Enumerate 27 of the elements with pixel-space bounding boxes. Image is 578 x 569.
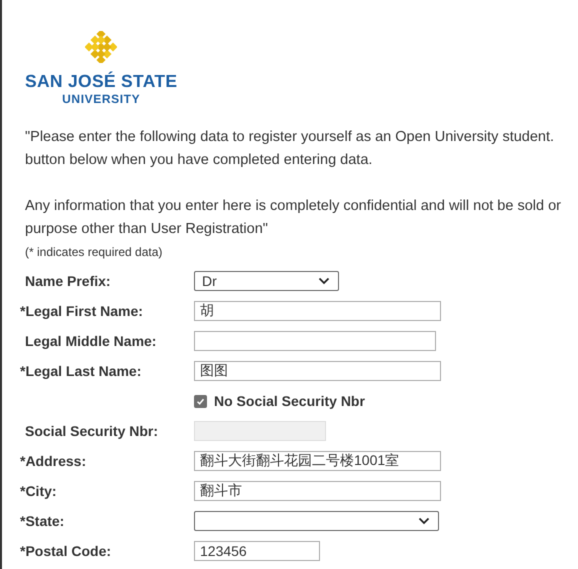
dropdown[interactable] <box>194 511 439 531</box>
field-label: *Postal Code: <box>20 543 112 559</box>
field-label: Social Security Nbr: <box>25 423 158 439</box>
intro-paragraph: "Please enter the following data to register yourself as an Open University student. button below when you have completed entering data. <box>25 128 554 170</box>
intro-paragraph: Any information that you enter here is completely confidential and will not be sold or purpose other than User Registration" <box>25 197 561 239</box>
input-field[interactable]: 翻斗大街翻斗花园二号楼1001室 <box>194 451 441 471</box>
flower-logo-icon <box>85 31 118 63</box>
university-subtitle: UNIVERSITY <box>62 91 140 107</box>
input-field[interactable]: 翻斗市 <box>194 481 441 501</box>
required-note: (* indicates required data) <box>25 244 162 260</box>
field-label: Name Prefix: <box>25 273 111 289</box>
input-field[interactable]: 胡 <box>194 301 441 321</box>
field-label: *Legal First Name: <box>20 303 143 319</box>
field-label: *Legal Last Name: <box>20 363 142 379</box>
input-field[interactable]: 123456 <box>194 541 320 561</box>
field-label: *Address: <box>20 453 86 469</box>
field-label: Legal Middle Name: <box>25 333 156 349</box>
field-label: *State: <box>20 513 64 529</box>
caret-icon <box>318 277 330 285</box>
checkbox[interactable] <box>194 394 207 408</box>
dropdown[interactable]: Dr <box>194 271 339 291</box>
university-name: SAN JOSÉ STATE <box>25 71 178 91</box>
input-field[interactable]: 图图 <box>194 361 441 381</box>
checkbox-label: No Social Security Nbr <box>214 393 365 409</box>
input-field[interactable] <box>194 331 436 351</box>
field-label: *City: <box>20 483 57 499</box>
caret-icon <box>418 517 430 525</box>
